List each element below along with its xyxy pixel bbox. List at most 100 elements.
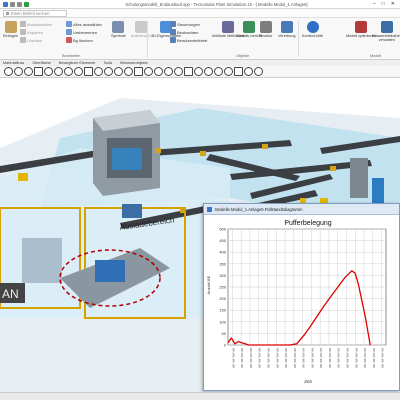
toolbox-object-icon[interactable] [204,67,213,76]
toolbox-object-icon[interactable] [14,67,23,76]
series-point [289,344,291,346]
toolbox-object-icon[interactable] [114,67,123,76]
toolbox-object-icon[interactable] [74,67,83,76]
y-tick-label: 50 [222,331,227,336]
series-point [330,295,332,297]
series-point [248,344,249,346]
toolbox-object-icon[interactable] [144,67,153,76]
x-tick-label: 00:00:00.00 [284,348,287,368]
tab-bewegliche-elemente[interactable]: Bewegliche Elemente [59,61,96,65]
user-defined-button[interactable]: Benutzerdefiniert [170,37,207,43]
group-objects-label: Objekte [236,54,250,58]
group-model-label: Modell [370,54,382,58]
bg-delete-button[interactable]: Bg löschen [66,37,93,43]
ribbon-separator [298,21,299,57]
x-tick-label: 00:00:00.00 [249,348,252,368]
maximize-button[interactable]: □ [382,1,385,7]
context-help-button[interactable]: Kontext-hilfe [302,21,323,38]
minimize-button[interactable]: – [373,1,376,7]
attributes-icon [222,21,235,33]
toolbox-object-icon[interactable] [54,67,63,76]
y-tick-label: 400 [219,250,226,255]
toolbox-object-icon[interactable] [214,67,223,76]
x-tick-label: 00:00:00.00 [258,348,261,368]
toolbox-object-icon[interactable] [4,67,13,76]
controls-icon [170,21,176,27]
manage-library-button[interactable]: Klassenbibliothek verwalten [372,21,400,42]
toolbox-object-icon[interactable] [104,67,113,76]
optimize-icon [354,21,367,33]
tab-benutzerobjekte[interactable]: Benutzerobjekte [120,61,147,65]
toolbox-object-icon[interactable] [64,67,73,76]
toolbox-object-icon[interactable] [134,67,143,76]
symbols-button[interactable]: Symbole [111,21,126,38]
toolbox-object-icon[interactable] [244,67,253,76]
hide-button[interactable]: Ausblenden [131,21,151,38]
series-point [351,270,352,272]
toolbox-object-icon[interactable] [234,67,243,76]
command-search-input[interactable]: Einen Befehl suchen [3,9,67,17]
toolbox-object-icon[interactable] [174,67,183,76]
toolbox-object-icon[interactable] [194,67,203,76]
symbols-icon [112,21,125,33]
structure-icon [259,21,272,33]
toolbox-object-icon[interactable] [154,67,163,76]
x-tick-label: 00:00:00.00 [372,348,375,368]
delete-button[interactable]: Löschen [20,37,42,43]
y-tick-label: 200 [219,296,226,301]
toolbox-object-icon[interactable] [44,67,53,76]
toolbox-object-icon[interactable] [84,67,93,76]
x-tick-label: 00:00:00.00 [346,348,349,368]
start-icon[interactable] [24,1,29,7]
save-icon[interactable] [3,1,8,7]
fill-level-chart-window[interactable]: .Modelle.Modul_1.Anlage6.Füllstandsdiagr… [203,203,400,391]
series-point [337,286,339,288]
series-point [303,335,304,337]
series-point [282,344,284,346]
series-point [310,326,311,327]
series-point [296,343,297,345]
search-icon [6,11,9,15]
help-icon [306,21,319,33]
redo-icon[interactable] [17,1,22,7]
y-tick-label: 0 [224,343,227,348]
search-row: Einen Befehl suchen [0,9,400,18]
series-point [344,277,346,279]
x-tick-label: 00:00:00.00 [337,348,340,368]
toolbox-object-icon[interactable] [24,67,33,76]
toolbox-object-icon[interactable] [34,67,43,76]
tab-tools[interactable]: Tools [103,61,112,65]
controls-button[interactable]: Steuerungen [170,21,200,27]
user-defined-icon [170,37,176,43]
undo-icon[interactable] [10,1,15,7]
copy-button[interactable]: Kopieren [20,29,43,35]
paste-icon [4,21,17,33]
tab-oberflaeche[interactable]: Oberfläche [32,61,51,65]
toolbox-object-icon[interactable] [164,67,173,76]
title-bar: Schulungsmodell_Endausbauf.spp - Tecnoma… [0,0,400,9]
paste-button[interactable]: Einfügen [3,21,18,38]
chart-window-icon [207,206,212,212]
chart-window-titlebar[interactable]: .Modelle.Modul_1.Anlage6.Füllstandsdiagr… [204,204,399,215]
fill-level-chart: Pufferbelegung Anzahl BE Zeit 0 50 100 150 2… [206,220,387,384]
cut-button[interactable]: Ausschneiden [20,21,52,27]
toolbox-object-icon[interactable] [224,67,233,76]
inheritance-button[interactable]: Vererbung [278,21,296,38]
x-tick-label: 00:00:00.00 [240,348,243,368]
x-tick-label: 00:00:00.00 [302,348,305,368]
chart-y-axis-label: Anzahl BE [206,275,211,294]
tab-materialfluss[interactable]: Materialfluss [3,61,24,65]
rename-button[interactable]: Umbenennen [66,29,97,35]
hide-icon [135,21,148,33]
toolbox-object-icon[interactable] [94,67,103,76]
structure-button[interactable]: Struktur [259,21,272,38]
series-point [268,344,270,346]
observers-button[interactable]: Beobachten [170,29,198,35]
select-all-button[interactable]: Alles auswählen [66,21,102,27]
toolbox-object-icon[interactable] [254,67,263,76]
delete-icon [20,37,26,43]
status-bar [0,392,400,400]
toolbox-object-icon[interactable] [124,67,133,76]
close-button[interactable]: ✕ [391,1,395,7]
toolbox-object-icon[interactable] [184,67,193,76]
